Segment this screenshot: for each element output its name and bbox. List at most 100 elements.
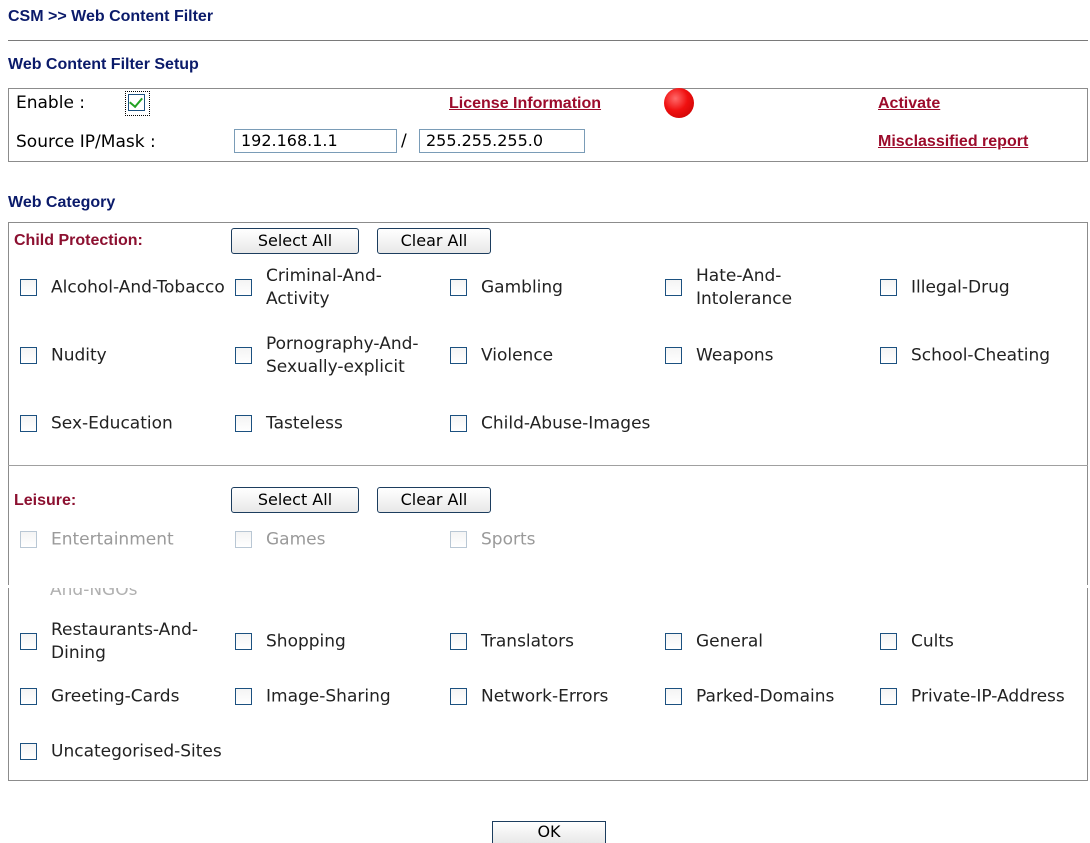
- category-item-sports[interactable]: Sports: [450, 522, 660, 558]
- hate-and-intolerance-checkbox[interactable]: [665, 279, 682, 296]
- general-label: General: [696, 631, 763, 652]
- category-item-general[interactable]: General: [665, 617, 875, 667]
- child-abuse-images-label: Child-Abuse-Images: [481, 413, 651, 434]
- enable-checkbox[interactable]: [128, 93, 145, 111]
- shopping-checkbox[interactable]: [235, 633, 252, 650]
- source-ip-mask-label: Source IP/Mask :: [16, 132, 156, 152]
- category-item-restaurants-and-dining[interactable]: Restaurants-And-Dining: [20, 617, 230, 667]
- shopping-label: Shopping: [266, 631, 346, 652]
- category-item-violence[interactable]: Violence: [450, 321, 660, 391]
- license-information-link[interactable]: License Information: [449, 95, 601, 113]
- criminal-and-activity-checkbox[interactable]: [235, 279, 252, 296]
- pornography-and-sexually-explicit-checkbox[interactable]: [235, 347, 252, 364]
- title-divider: [8, 40, 1088, 41]
- category-divider: [8, 465, 1088, 466]
- category-item-nudity[interactable]: Nudity: [20, 321, 230, 391]
- alcohol-and-tobacco-label: Alcohol-And-Tobacco: [51, 277, 225, 298]
- private-ip-address-checkbox[interactable]: [880, 688, 897, 705]
- ip-mask-separator: /: [401, 131, 407, 151]
- child-protection-label: Child Protection:: [14, 232, 143, 249]
- leisure-label: Leisure:: [14, 492, 77, 509]
- enable-focus: [125, 91, 150, 116]
- category-item-network-errors[interactable]: Network-Errors: [450, 672, 660, 722]
- cults-label: Cults: [911, 631, 954, 652]
- nudity-checkbox[interactable]: [20, 347, 37, 364]
- category-item-child-abuse-images[interactable]: Child-Abuse-Images: [450, 389, 660, 459]
- weapons-label: Weapons: [696, 345, 774, 366]
- games-checkbox[interactable]: [235, 531, 252, 548]
- tasteless-label: Tasteless: [266, 413, 343, 434]
- category-item-hate-and-intolerance[interactable]: Hate-And-Intolerance: [665, 253, 875, 323]
- category-item-alcohol-and-tobacco[interactable]: Alcohol-And-Tobacco: [20, 253, 230, 323]
- restaurants-and-dining-checkbox[interactable]: [20, 633, 37, 650]
- tasteless-checkbox[interactable]: [235, 415, 252, 432]
- mask-input[interactable]: 255.255.255.0: [419, 129, 585, 153]
- category-item-private-ip-address[interactable]: Private-IP-Address: [880, 672, 1090, 722]
- illegal-drug-label: Illegal-Drug: [911, 277, 1010, 298]
- violence-checkbox[interactable]: [450, 347, 467, 364]
- games-label: Games: [266, 529, 326, 550]
- child-abuse-images-checkbox[interactable]: [450, 415, 467, 432]
- leisure-select-all-button[interactable]: Select All: [231, 487, 359, 513]
- gambling-checkbox[interactable]: [450, 279, 467, 296]
- category-item-parked-domains[interactable]: Parked-Domains: [665, 672, 875, 722]
- category-item-greeting-cards[interactable]: Greeting-Cards: [20, 672, 230, 722]
- category-item-cults[interactable]: Cults: [880, 617, 1090, 667]
- image-sharing-checkbox[interactable]: [235, 688, 252, 705]
- image-sharing-label: Image-Sharing: [266, 686, 391, 707]
- sports-label: Sports: [481, 529, 536, 550]
- category-item-shopping[interactable]: Shopping: [235, 617, 445, 667]
- category-item-entertainment[interactable]: Entertainment: [20, 522, 230, 558]
- weapons-checkbox[interactable]: [665, 347, 682, 364]
- entertainment-checkbox[interactable]: [20, 531, 37, 548]
- source-ip-input[interactable]: 192.168.1.1: [234, 129, 397, 153]
- uncategorised-sites-checkbox[interactable]: [20, 743, 37, 760]
- greeting-cards-label: Greeting-Cards: [51, 686, 180, 707]
- enable-label: Enable :: [16, 93, 86, 113]
- cults-checkbox[interactable]: [880, 633, 897, 650]
- pornography-and-sexually-explicit-label: Pornography-And-Sexually-explicit: [266, 334, 419, 377]
- category-item-games[interactable]: Games: [235, 522, 445, 558]
- child-protection-select-all-button[interactable]: Select All: [231, 228, 359, 254]
- alcohol-and-tobacco-checkbox[interactable]: [20, 279, 37, 296]
- category-item-weapons[interactable]: Weapons: [665, 321, 875, 391]
- network-errors-checkbox[interactable]: [450, 688, 467, 705]
- category-item-school-cheating[interactable]: School-Cheating: [880, 321, 1090, 391]
- translators-checkbox[interactable]: [450, 633, 467, 650]
- setup-section-title: Web Content Filter Setup: [8, 56, 199, 73]
- greeting-cards-checkbox[interactable]: [20, 688, 37, 705]
- uncategorised-sites-label: Uncategorised-Sites: [51, 741, 222, 762]
- restaurants-and-dining-label: Restaurants-And-Dining: [51, 620, 199, 663]
- private-ip-address-label: Private-IP-Address: [911, 686, 1065, 707]
- page-title: CSM >> Web Content Filter: [8, 8, 214, 25]
- sports-checkbox[interactable]: [450, 531, 467, 548]
- nudity-label: Nudity: [51, 345, 107, 366]
- gambling-label: Gambling: [481, 277, 563, 298]
- category-item-image-sharing[interactable]: Image-Sharing: [235, 672, 445, 722]
- school-cheating-checkbox[interactable]: [880, 347, 897, 364]
- sex-education-checkbox[interactable]: [20, 415, 37, 432]
- category-item-sex-education[interactable]: Sex-Education: [20, 389, 230, 459]
- category-item-criminal-and-activity[interactable]: Criminal-And-Activity: [235, 253, 445, 323]
- hate-and-intolerance-label: Hate-And-Intolerance: [696, 266, 793, 309]
- child-protection-clear-all-button[interactable]: Clear All: [377, 228, 491, 254]
- general-checkbox[interactable]: [665, 633, 682, 650]
- category-item-translators[interactable]: Translators: [450, 617, 660, 667]
- category-item-tasteless[interactable]: Tasteless: [235, 389, 445, 459]
- activate-link[interactable]: Activate: [878, 95, 940, 113]
- leisure-clear-all-button[interactable]: Clear All: [377, 487, 491, 513]
- network-errors-label: Network-Errors: [481, 686, 609, 707]
- violence-label: Violence: [481, 345, 554, 366]
- parked-domains-checkbox[interactable]: [665, 688, 682, 705]
- ok-button[interactable]: OK: [492, 821, 606, 843]
- misclassified-report-link[interactable]: Misclassified report: [878, 133, 1028, 151]
- category-item-illegal-drug[interactable]: Illegal-Drug: [880, 253, 1090, 323]
- partial-item-clip: And-NGOs: [50, 588, 150, 602]
- partial-item-text: And-NGOs: [50, 588, 138, 600]
- translators-label: Translators: [481, 631, 574, 652]
- illegal-drug-checkbox[interactable]: [880, 279, 897, 296]
- category-item-gambling[interactable]: Gambling: [450, 253, 660, 323]
- category-item-pornography-and-sexually-explicit[interactable]: Pornography-And-Sexually-explicit: [235, 321, 445, 391]
- collapsed-gap: [9, 562, 1086, 584]
- category-item-uncategorised-sites[interactable]: Uncategorised-Sites: [20, 727, 230, 777]
